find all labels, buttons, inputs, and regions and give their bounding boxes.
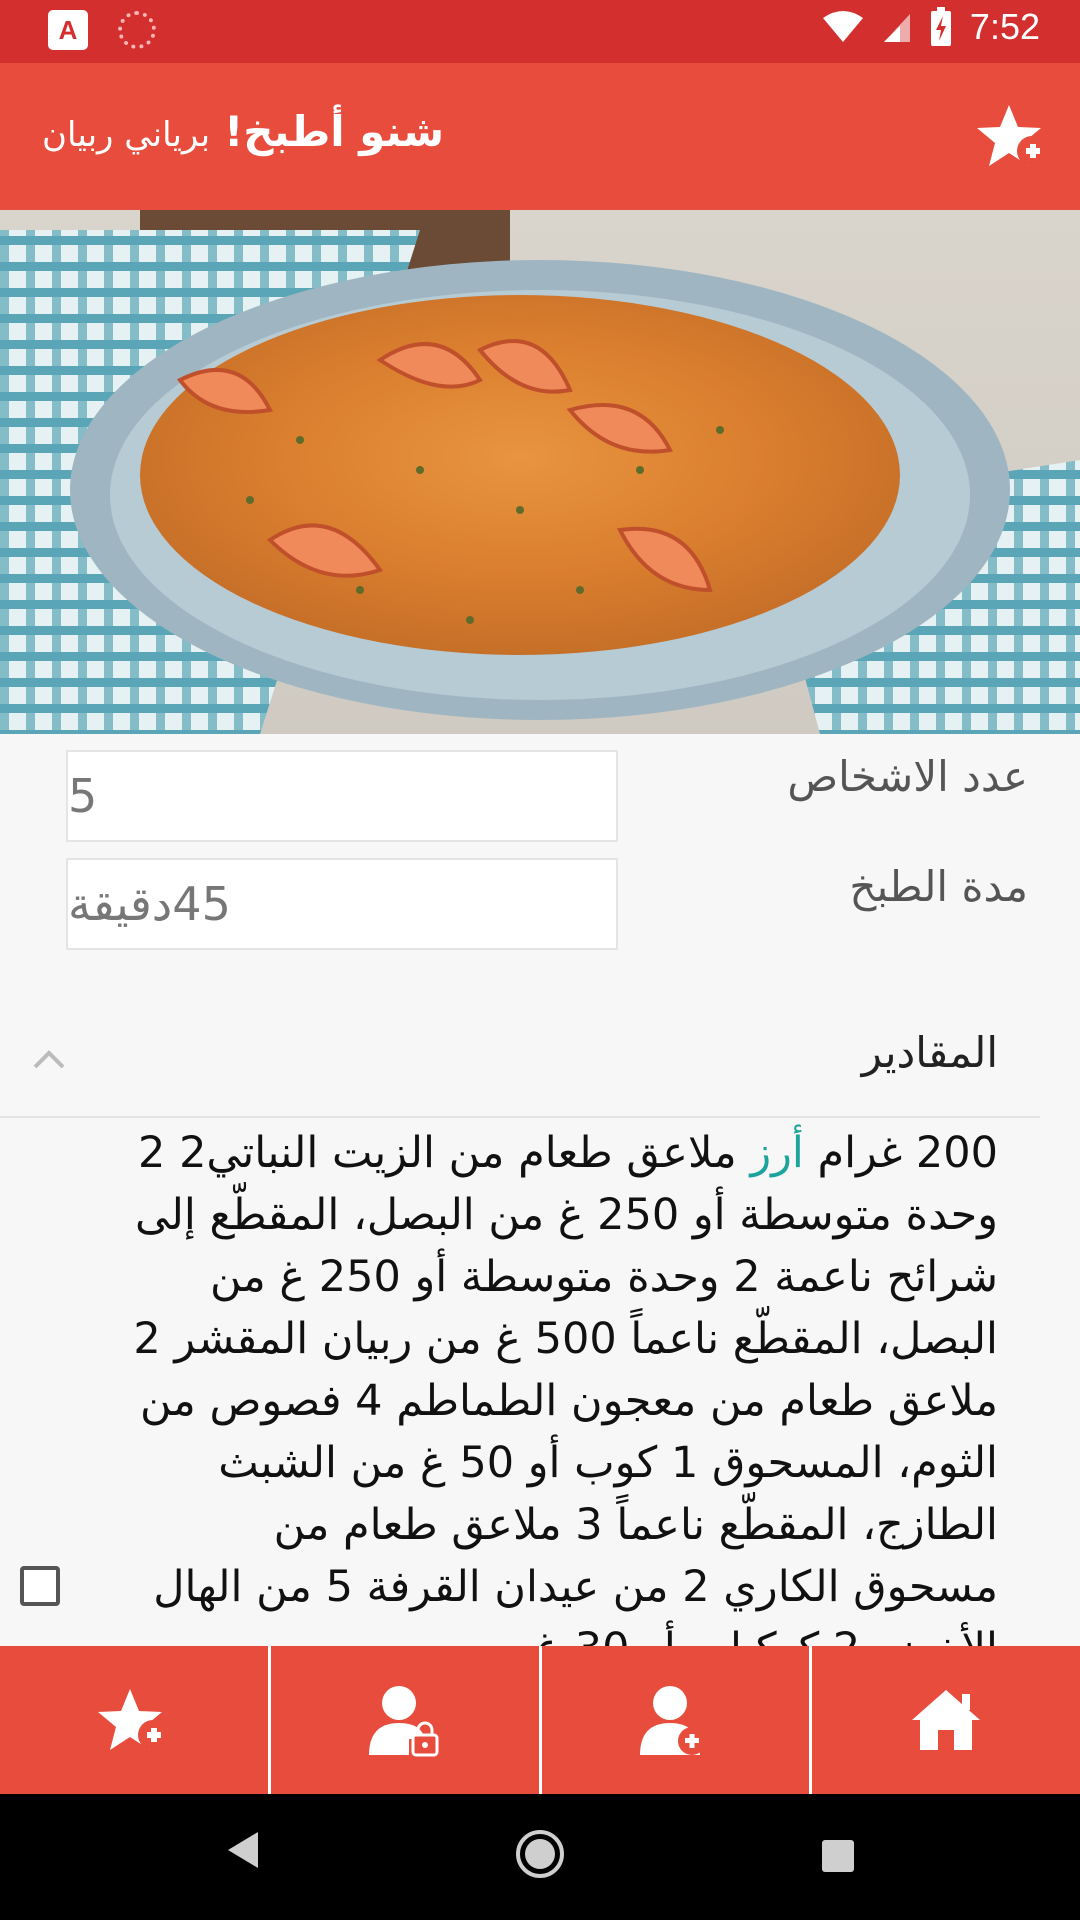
status-bar: A 7:52 [0, 0, 1080, 63]
recipe-image [0, 210, 1080, 734]
app-notification-icon: A [48, 10, 88, 50]
cook-time-field[interactable]: 45دقيقة [66, 858, 618, 950]
home-nav-icon[interactable] [515, 1829, 565, 1879]
cook-time-value: 45دقيقة [68, 877, 231, 931]
page-title: شنو أطبخ! برياني ربيان [42, 107, 444, 156]
cook-time-label: مدة الطبخ [849, 862, 1028, 911]
chevron-up-icon[interactable] [32, 1048, 66, 1070]
ingredient-link-rice[interactable]: أرز [750, 1128, 803, 1178]
battery-charging-icon [930, 7, 951, 46]
app-bar: شنو أطبخ! برياني ربيان [0, 63, 1080, 210]
servings-label: عدد الاشخاص [787, 752, 1028, 801]
user-plus-icon [640, 1686, 707, 1755]
ingredients-title: المقادير [861, 1028, 998, 1077]
system-nav-bar [0, 1794, 1080, 1920]
ingredients-header[interactable]: المقادير [0, 1010, 1040, 1118]
ingredients-checkbox[interactable] [20, 1566, 60, 1606]
home-icon [912, 1690, 981, 1750]
servings-value: 5 [68, 769, 98, 823]
ingredients-text: 200 غرام أرز ملاعق طعام من الزيت النباتي… [120, 1122, 998, 1646]
back-icon[interactable] [226, 1830, 260, 1870]
wifi-icon [822, 11, 863, 42]
recents-icon[interactable] [822, 1840, 854, 1872]
cell-signal-icon [883, 14, 910, 42]
add-favorite-icon[interactable] [976, 101, 1050, 171]
loading-notification-icon [118, 11, 156, 49]
star-plus-icon [97, 1689, 168, 1750]
status-time: 7:52 [969, 6, 1040, 47]
biryani-photo-icon [0, 210, 1080, 734]
ingredients-text-rest: ملاعق طعام من الزيت النباتي2 2 وحدة متوس… [133, 1128, 998, 1646]
recipe-name: برياني ربيان [42, 115, 211, 155]
nav-login[interactable] [271, 1646, 542, 1794]
bottom-nav [0, 1646, 1080, 1794]
ingredients-text-start: 200 غرام [817, 1128, 998, 1178]
app-name: شنو أطبخ! [224, 107, 445, 156]
nav-home[interactable] [812, 1646, 1080, 1794]
nav-register[interactable] [542, 1646, 813, 1794]
servings-field[interactable]: 5 [66, 750, 618, 842]
nav-favorites[interactable] [0, 1646, 271, 1794]
user-lock-icon [368, 1686, 439, 1757]
